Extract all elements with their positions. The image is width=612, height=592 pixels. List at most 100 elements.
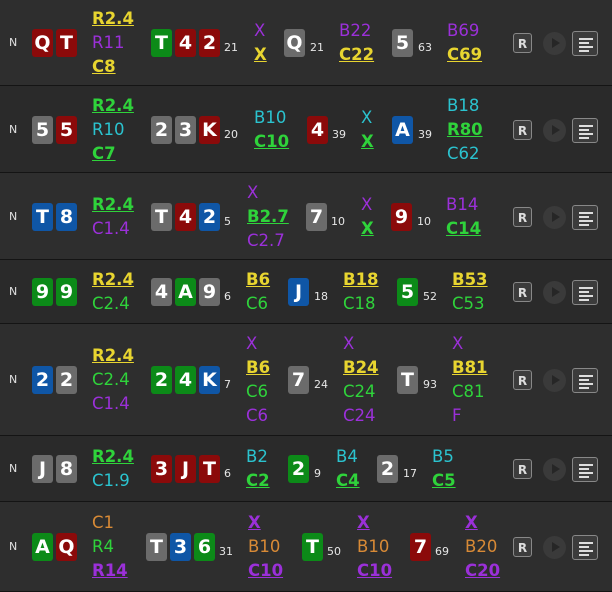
turn-card: 4 — [307, 116, 328, 144]
river-pot-size: 10 — [417, 215, 431, 228]
menu-line — [579, 383, 593, 385]
hole-card: T — [56, 29, 77, 57]
action-label: X — [357, 513, 370, 532]
action-label: B81 — [452, 358, 488, 377]
play-icon[interactable] — [543, 206, 566, 229]
action-label: B20 — [465, 537, 498, 556]
action-label: C1.4 — [92, 394, 130, 413]
menu-line — [579, 468, 589, 470]
turn-pot-size: 9 — [314, 467, 321, 480]
action-label: C6 — [246, 382, 269, 401]
river-card: 9 — [391, 203, 412, 231]
action-label: C1.9 — [92, 471, 130, 490]
flop-card: 4 — [175, 366, 196, 394]
replay-button[interactable]: R — [513, 33, 532, 53]
action-label: B22 — [339, 21, 372, 40]
action-label: B69 — [447, 21, 480, 40]
menu-line — [579, 375, 593, 377]
action-label: B18 — [343, 270, 379, 289]
action-label: X — [361, 108, 373, 127]
turn-card: Q — [284, 29, 305, 57]
hole-card: 5 — [56, 116, 77, 144]
turn-card: J — [288, 278, 309, 306]
hole-card: Q — [32, 29, 53, 57]
menu-line — [579, 299, 589, 301]
replay-button[interactable]: R — [513, 282, 532, 302]
menu-line — [579, 472, 593, 474]
action-label: C7 — [92, 144, 116, 163]
hand-details-icon[interactable] — [572, 457, 598, 482]
action-label: C22 — [339, 45, 375, 64]
hole-card: 9 — [32, 278, 53, 306]
flop-card: T — [151, 29, 172, 57]
action-label: X — [247, 183, 259, 202]
action-label: R2.4 — [92, 195, 134, 214]
action-label: C20 — [465, 561, 501, 580]
menu-line — [579, 291, 589, 293]
flop-pot-size: 7 — [224, 378, 231, 391]
action-label: B10 — [248, 537, 281, 556]
menu-line — [579, 129, 589, 131]
river-pot-size: 93 — [423, 378, 437, 391]
flop-card: 3 — [175, 116, 196, 144]
replay-button[interactable]: R — [513, 120, 532, 140]
action-label: R2.4 — [92, 447, 134, 466]
flop-card: K — [199, 366, 220, 394]
hand-details-icon[interactable] — [572, 368, 598, 393]
play-icon[interactable] — [543, 536, 566, 559]
position-label: N — [9, 36, 18, 49]
action-label: C2 — [246, 471, 270, 490]
river-pot-size: 39 — [418, 128, 432, 141]
replay-button[interactable]: R — [513, 459, 532, 479]
action-label: B2 — [246, 447, 268, 466]
action-label: R2.4 — [92, 270, 134, 289]
hand-details-icon[interactable] — [572, 280, 598, 305]
action-label: C1 — [92, 513, 115, 532]
menu-line — [579, 38, 593, 40]
hand-details-icon[interactable] — [572, 31, 598, 56]
action-label: C62 — [447, 144, 480, 163]
hole-card: T — [32, 203, 53, 231]
hand-row: N 5 5 R2.4 R10 C7 2 3 K 20 B10 C10 4 39 X X A 39 B18 R80 C62… — [0, 86, 612, 173]
play-icon[interactable] — [543, 32, 566, 55]
hand-details-icon[interactable] — [572, 118, 598, 143]
menu-line — [579, 42, 589, 44]
menu-line — [579, 379, 589, 381]
menu-line — [579, 125, 593, 127]
replay-button[interactable]: R — [513, 370, 532, 390]
hole-card: Q — [56, 533, 77, 561]
hand-details-icon[interactable] — [572, 205, 598, 230]
action-label: C10 — [254, 132, 290, 151]
turn-card: 7 — [306, 203, 327, 231]
menu-line — [579, 133, 593, 135]
action-label: R10 — [92, 120, 125, 139]
turn-pot-size: 21 — [310, 41, 324, 54]
menu-line — [579, 216, 589, 218]
position-label: N — [9, 373, 18, 386]
flop-card: J — [175, 455, 196, 483]
flop-card: 6 — [194, 533, 215, 561]
play-icon[interactable] — [543, 119, 566, 142]
play-icon[interactable] — [543, 281, 566, 304]
action-label: B5 — [432, 447, 454, 466]
menu-line — [579, 224, 589, 226]
replay-button[interactable]: R — [513, 537, 532, 557]
river-card: 2 — [377, 455, 398, 483]
action-label: C53 — [452, 294, 485, 313]
action-label: C69 — [447, 45, 483, 64]
action-label: X — [254, 45, 267, 64]
replay-button[interactable]: R — [513, 207, 532, 227]
action-label: X — [361, 219, 374, 238]
hand-details-icon[interactable] — [572, 535, 598, 560]
play-icon[interactable] — [543, 369, 566, 392]
action-label: R11 — [92, 33, 125, 52]
play-icon[interactable] — [543, 458, 566, 481]
menu-line — [579, 546, 589, 548]
flop-card: 2 — [199, 203, 220, 231]
menu-line — [579, 550, 593, 552]
hand-row: N 2 2 R2.4 C2.4 C1.4 2 4 K 7 X B6 C6 C6 7 24 X B24 C24 C24 T… — [0, 324, 612, 436]
flop-card: 4 — [175, 203, 196, 231]
flop-card: 2 — [151, 366, 172, 394]
hole-card: 5 — [32, 116, 53, 144]
action-label: B18 — [447, 96, 480, 115]
